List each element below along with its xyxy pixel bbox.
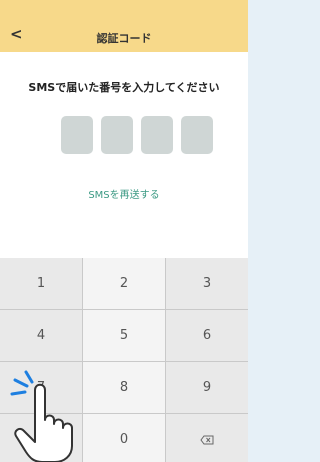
key-8[interactable]: 8 [83,362,165,413]
resend-sms-link[interactable]: SMSを再送する [0,186,248,201]
code-digit-box[interactable] [181,116,213,154]
key-6[interactable]: 6 [166,310,248,361]
code-digit-box[interactable] [61,116,93,154]
divider [165,258,166,462]
key-3[interactable]: 3 [166,258,248,309]
divider [0,309,248,310]
page-background [248,0,263,462]
key-5[interactable]: 5 [83,310,165,361]
tap-effect-icon [10,370,34,396]
delete-key[interactable] [166,414,248,462]
key-1[interactable]: 1 [0,258,82,309]
code-digit-box[interactable] [101,116,133,154]
key-0[interactable]: 0 [83,414,165,462]
backspace-icon [200,435,214,444]
key-4[interactable]: 4 [0,310,82,361]
instruction-text: SMSで届いた番号を入力してください [28,81,220,94]
screen: < 認証コード SMSで届いた番号を入力してください SMSを再送する 1 2 … [0,0,248,462]
header-bar: < 認証コード [0,0,248,52]
pointing-hand-icon [10,370,73,462]
page-title: 認証コード [96,32,152,45]
code-digit-box[interactable] [141,116,173,154]
key-2[interactable]: 2 [83,258,165,309]
key-9[interactable]: 9 [166,362,248,413]
divider [0,361,248,362]
